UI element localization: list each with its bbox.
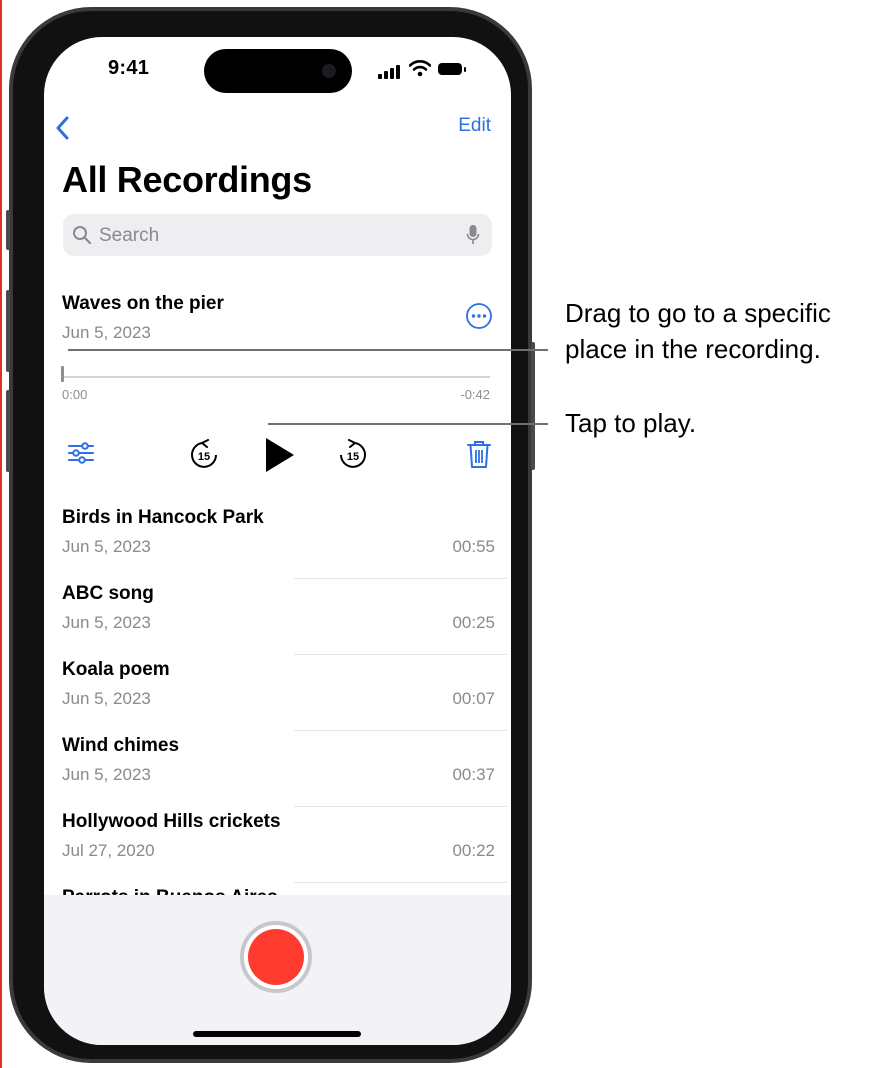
scrubber-handle[interactable] [61,366,64,382]
recording-name: Birds in Hancock Park [62,507,264,528]
status-time: 9:41 [108,57,150,79]
elapsed-time: 0:00 [62,387,88,402]
recording-name: Hollywood Hills crickets [62,811,281,832]
recording-date: Jun 5, 2023 [62,613,151,632]
screen: 9:41 Edit All Recordings Search Waves on… [44,37,511,1045]
side-button [531,342,535,470]
search-icon [73,226,92,245]
scrubber-callout-line [68,349,548,351]
status-icons [378,60,478,79]
recording-date: Jun 5, 2023 [62,765,151,784]
list-item[interactable]: Birds in Hancock Park Jun 5, 2023 00:55 [62,503,507,579]
chevron-left-icon[interactable] [54,115,72,141]
signal-icon [378,65,400,79]
volume-down-button [6,390,10,472]
recording-name: Wind chimes [62,735,180,756]
recording-duration: 00:07 [452,689,495,708]
dynamic-island [204,49,352,93]
play-callout: Tap to play. [565,408,697,438]
recording-duration: 00:55 [452,537,495,556]
recording-date: Jul 27, 2020 [62,841,155,860]
action-button [6,210,10,250]
skip-forward-label: 15 [347,451,359,463]
wifi-icon [409,60,431,77]
mic-icon[interactable] [466,224,480,246]
remaining-time: -0:42 [460,387,490,402]
recording-duration: 00:37 [452,765,495,784]
page-title: All Recordings [62,159,312,200]
play-callout-line [268,423,548,425]
record-toolbar [44,895,511,1045]
search-placeholder: Search [99,225,160,246]
recording-date: Jun 5, 2023 [62,689,151,708]
trash-icon[interactable] [466,439,492,469]
volume-up-button [6,290,10,372]
skip-forward-15-icon[interactable]: 15 [337,439,369,471]
recording-name: Koala poem [62,659,170,680]
recording-date: Jun 5, 2023 [62,537,151,556]
recording-name: ABC song [62,583,154,604]
recordings-list: Birds in Hancock Park Jun 5, 2023 00:55 … [62,503,507,959]
more-icon[interactable] [465,302,493,330]
left-edge-line [0,0,2,1068]
scrubber-callout-line1: Drag to go to a specific [565,298,831,328]
list-item[interactable]: Koala poem Jun 5, 2023 00:07 [62,655,507,731]
record-button[interactable] [240,921,312,993]
edit-button[interactable]: Edit [458,115,491,137]
list-item[interactable]: ABC song Jun 5, 2023 00:25 [62,579,507,655]
current-recording-title: Waves on the pier [62,293,224,314]
equalizer-icon[interactable] [67,441,95,465]
search-field[interactable]: Search [63,214,492,256]
play-icon[interactable] [264,436,296,474]
scrubber-callout-line2: place in the recording. [565,334,821,364]
recording-duration: 00:22 [452,841,495,860]
iphone-frame: 9:41 Edit All Recordings Search Waves on… [6,7,535,1063]
current-recording-date: Jun 5, 2023 [62,323,151,342]
record-icon [248,929,304,985]
recording-duration: 00:25 [452,613,495,632]
skip-back-15-icon[interactable]: 15 [188,439,220,471]
list-item[interactable]: Hollywood Hills crickets Jul 27, 2020 00… [62,807,507,883]
skip-back-label: 15 [198,451,210,463]
home-indicator [193,1031,361,1037]
battery-icon [438,63,462,75]
scrubber-track[interactable] [63,376,490,378]
list-item[interactable]: Wind chimes Jun 5, 2023 00:37 [62,731,507,807]
